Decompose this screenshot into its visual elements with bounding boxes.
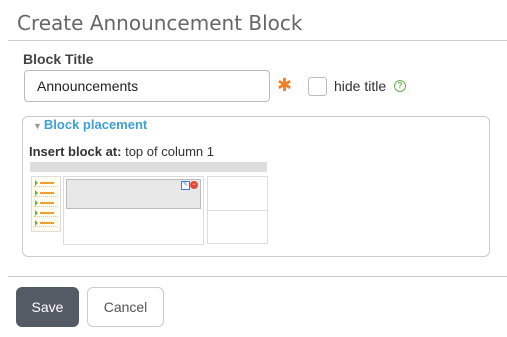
layout-header-strip	[30, 162, 267, 172]
insert-value: top of column 1	[125, 144, 214, 159]
hide-title-checkbox[interactable]	[308, 77, 327, 96]
block-title-input[interactable]	[24, 70, 270, 102]
header-divider	[8, 40, 507, 41]
edit-icon[interactable]: ✎	[181, 181, 190, 190]
layout-column-2-top[interactable]	[207, 176, 268, 211]
delete-icon[interactable]: −	[190, 181, 198, 189]
hide-title-label[interactable]: hide title	[334, 78, 386, 94]
layout-column-2-bottom[interactable]	[207, 210, 268, 244]
layout-list-item	[34, 210, 58, 217]
layout-list-item	[34, 190, 58, 197]
help-icon[interactable]: ?	[394, 80, 406, 92]
block-title-label: Block Title	[23, 51, 94, 67]
layout-column-left[interactable]	[31, 176, 61, 232]
page-title: Create Announcement Block	[17, 11, 303, 35]
layout-list-item	[34, 180, 58, 187]
layout-list-item	[34, 220, 58, 227]
block-placement-toggle[interactable]: ▼ Block placement	[30, 117, 151, 132]
layout-list-item	[34, 200, 58, 207]
block-placement-legend: Block placement	[43, 117, 148, 132]
cancel-button[interactable]: Cancel	[87, 287, 164, 327]
save-button[interactable]: Save	[16, 287, 79, 327]
insert-label: Insert block at:	[29, 144, 122, 159]
required-icon: ✱	[277, 75, 293, 95]
collapse-arrow-icon: ▼	[33, 121, 42, 131]
insert-position-text: Insert block at: top of column 1	[29, 144, 214, 159]
footer-divider	[8, 276, 507, 277]
